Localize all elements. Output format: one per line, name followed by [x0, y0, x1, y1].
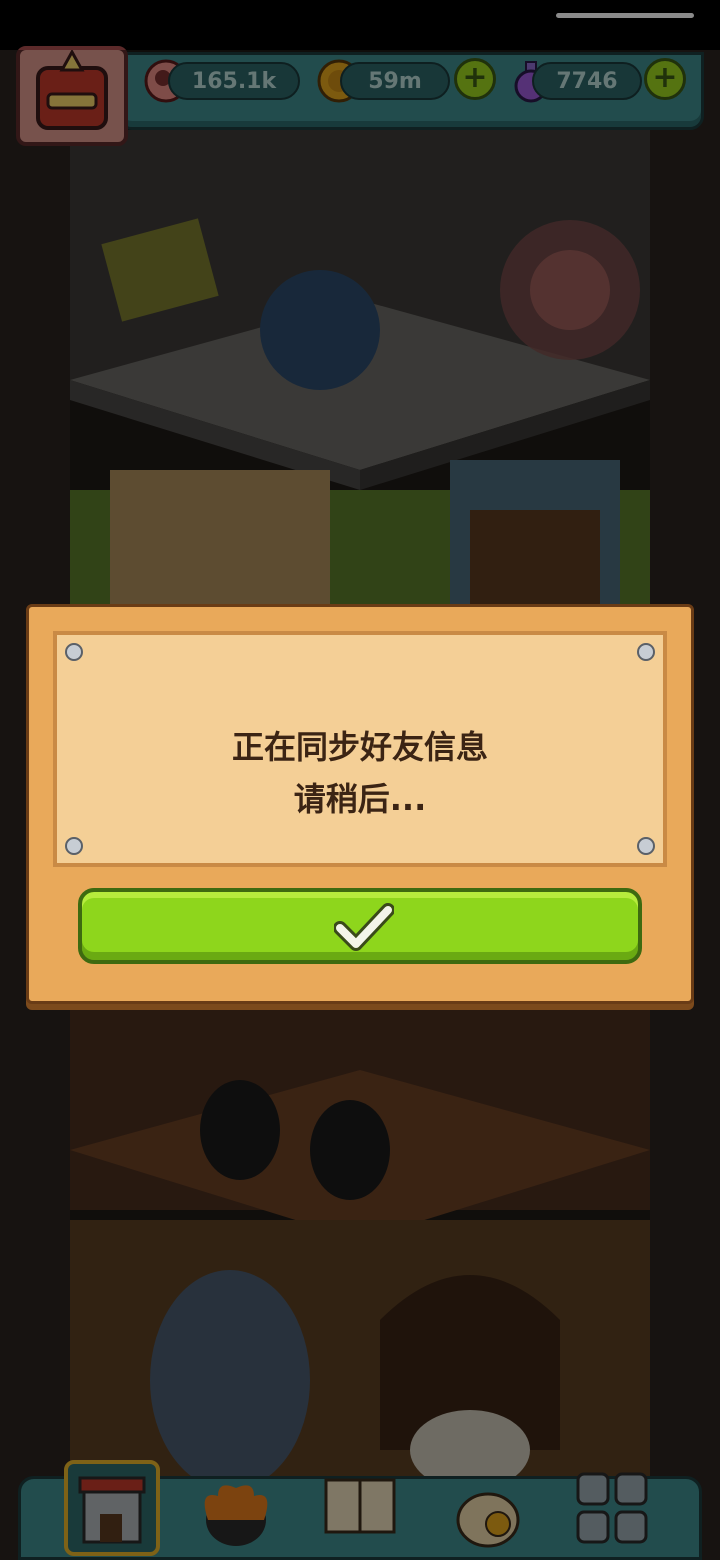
confirm-button[interactable] [78, 888, 642, 964]
screw-icon [65, 643, 83, 661]
dialog-message-line2: 请稍后... [293, 780, 427, 818]
status-bar [0, 0, 720, 50]
checkmark-icon [334, 903, 394, 951]
screw-icon [65, 837, 83, 855]
home-indicator [556, 13, 694, 18]
dialog-message: 正在同步好友信息 请稍后... [57, 721, 663, 825]
screw-icon [637, 837, 655, 855]
screw-icon [637, 643, 655, 661]
dialog-message-line1: 正在同步好友信息 [231, 728, 488, 766]
dialog-message-panel: 正在同步好友信息 请稍后... [53, 631, 667, 867]
